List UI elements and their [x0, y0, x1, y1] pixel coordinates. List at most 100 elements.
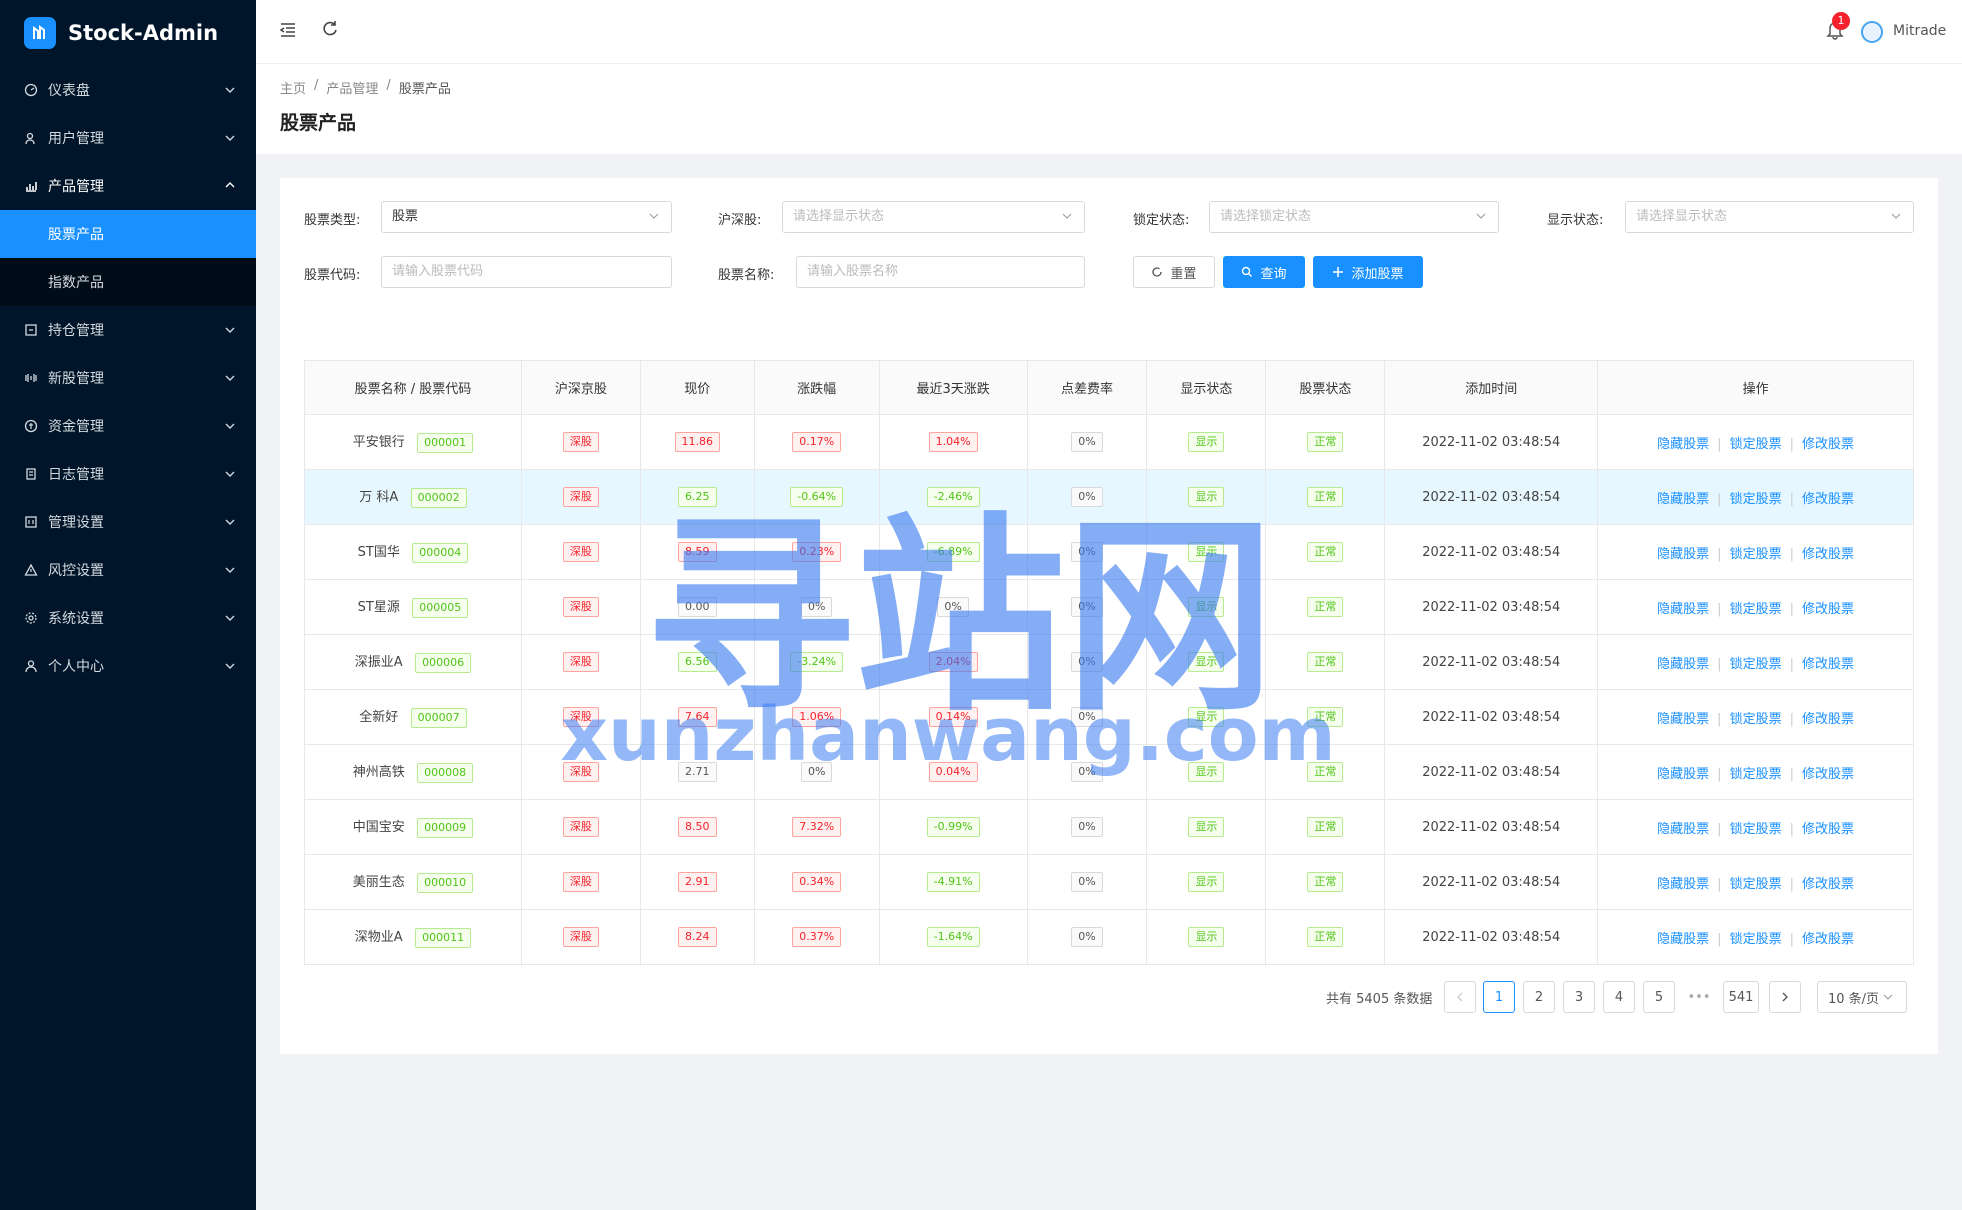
- stock-name: 平安银行: [352, 435, 405, 450]
- edit-stock-link[interactable]: 修改股票: [1802, 657, 1854, 672]
- breadcrumb-separator: /: [386, 78, 391, 93]
- hide-stock-link[interactable]: 隐藏股票: [1657, 822, 1709, 837]
- price-cell: 7.64: [639, 689, 755, 745]
- hide-stock-link[interactable]: 隐藏股票: [1657, 932, 1709, 947]
- edit-stock-link[interactable]: 修改股票: [1802, 712, 1854, 727]
- actions-cell: 隐藏股票 | 锁定股票 | 修改股票: [1597, 854, 1914, 910]
- sidebar-item-9[interactable]: 系统设置: [0, 594, 256, 642]
- page-button-5[interactable]: 5: [1643, 981, 1675, 1013]
- add-stock-button[interactable]: 添加股票: [1313, 256, 1423, 288]
- lock-stock-link[interactable]: 锁定股票: [1730, 822, 1782, 837]
- avatar[interactable]: [1861, 21, 1883, 43]
- sidebar-subitem-0[interactable]: 股票产品: [0, 210, 256, 258]
- hide-stock-link[interactable]: 隐藏股票: [1657, 602, 1709, 617]
- lock-stock-link[interactable]: 锁定股票: [1730, 602, 1782, 617]
- edit-stock-link[interactable]: 修改股票: [1802, 492, 1854, 507]
- change-tag: -0.64%: [790, 487, 844, 507]
- breadcrumb-product[interactable]: 产品管理: [326, 78, 378, 97]
- fee-tag: 0%: [1071, 872, 1103, 892]
- lock-stock-link[interactable]: 锁定股票: [1730, 932, 1782, 947]
- prev-page-button[interactable]: [1444, 981, 1476, 1013]
- lock-status-label: 锁定状态:: [1133, 213, 1190, 228]
- hide-stock-link[interactable]: 隐藏股票: [1657, 657, 1709, 672]
- reset-button[interactable]: 重置: [1133, 256, 1215, 288]
- action-separator: |: [1789, 931, 1794, 947]
- table-row[interactable]: 美丽生态 000010 深股 2.91 0.34% -4.91% 0% 显示 正…: [304, 854, 1914, 910]
- hide-stock-link[interactable]: 隐藏股票: [1657, 712, 1709, 727]
- action-separator: |: [1717, 656, 1722, 672]
- sidebar-item-8[interactable]: 风控设置: [0, 546, 256, 594]
- table-row[interactable]: 全新好 000007 深股 7.64 1.06% 0.14% 0% 显示 正常 …: [304, 689, 1914, 745]
- search-button[interactable]: 查询: [1223, 256, 1305, 288]
- money-icon: [24, 419, 38, 433]
- lock-stock-link[interactable]: 锁定股票: [1730, 712, 1782, 727]
- menu-fold-icon[interactable]: [278, 20, 298, 40]
- sidebar-item-4[interactable]: 新股管理: [0, 354, 256, 402]
- sidebar-subitem-1[interactable]: 指数产品: [0, 258, 256, 306]
- hide-stock-link[interactable]: 隐藏股票: [1657, 437, 1709, 452]
- sidebar-item-5[interactable]: 资金管理: [0, 402, 256, 450]
- display-status-tag: 显示: [1188, 652, 1225, 672]
- sidebar-item-7[interactable]: 管理设置: [0, 498, 256, 546]
- edit-stock-link[interactable]: 修改股票: [1802, 877, 1854, 892]
- table-row[interactable]: 中国宝安 000009 深股 8.50 7.32% -0.99% 0% 显示 正…: [304, 799, 1914, 855]
- sidebar-item-3[interactable]: 持仓管理: [0, 306, 256, 354]
- stock-type-select[interactable]: 股票: [381, 201, 672, 233]
- stock-code-input[interactable]: 请输入股票代码: [381, 256, 672, 288]
- sidebar-item-1[interactable]: 用户管理: [0, 114, 256, 162]
- hide-stock-link[interactable]: 隐藏股票: [1657, 877, 1709, 892]
- page-button-last[interactable]: 541: [1723, 981, 1759, 1013]
- edit-stock-link[interactable]: 修改股票: [1802, 767, 1854, 782]
- refresh-icon[interactable]: [320, 19, 340, 39]
- display-status-select[interactable]: 请选择显示状态: [1625, 201, 1914, 233]
- price-tag: 7.64: [678, 707, 717, 727]
- table-row[interactable]: 深振业A 000006 深股 6.56 -3.24% 2.04% 0% 显示 正…: [304, 634, 1914, 690]
- lock-status-select[interactable]: 请选择锁定状态: [1209, 201, 1499, 233]
- table-row[interactable]: 神州高铁 000008 深股 2.71 0% 0.04% 0% 显示 正常 20…: [304, 744, 1914, 800]
- lock-stock-link[interactable]: 锁定股票: [1730, 657, 1782, 672]
- hide-stock-link[interactable]: 隐藏股票: [1657, 547, 1709, 562]
- edit-stock-link[interactable]: 修改股票: [1802, 547, 1854, 562]
- page-button-3[interactable]: 3: [1563, 981, 1595, 1013]
- edit-stock-link[interactable]: 修改股票: [1802, 437, 1854, 452]
- sidebar-item-0[interactable]: 仪表盘: [0, 66, 256, 114]
- lock-stock-link[interactable]: 锁定股票: [1730, 437, 1782, 452]
- table-row[interactable]: 深物业A 000011 深股 8.24 0.37% -1.64% 0% 显示 正…: [304, 909, 1914, 965]
- username[interactable]: Mitrade: [1893, 23, 1946, 39]
- table-row[interactable]: ST星源 000005 深股 0.00 0% 0% 0% 显示 正常 2022-…: [304, 579, 1914, 635]
- edit-stock-link[interactable]: 修改股票: [1802, 822, 1854, 837]
- display-cell: 显示: [1146, 799, 1267, 855]
- stock-code-tag: 000004: [412, 543, 469, 563]
- market-tag: 深股: [562, 597, 599, 617]
- log-icon: [24, 467, 38, 481]
- page-button-4[interactable]: 4: [1603, 981, 1635, 1013]
- page-size-select[interactable]: 10 条/页: [1817, 981, 1907, 1013]
- content-card: 股票类型: 股票 沪深股: 请选择显示状态 锁定状态: 请选择锁定状态 显示状态…: [280, 178, 1938, 1054]
- sidebar-item-2[interactable]: 产品管理: [0, 162, 256, 210]
- edit-stock-link[interactable]: 修改股票: [1802, 602, 1854, 617]
- market-select[interactable]: 请选择显示状态: [782, 201, 1085, 233]
- page-button-2[interactable]: 2: [1523, 981, 1555, 1013]
- lock-stock-link[interactable]: 锁定股票: [1730, 492, 1782, 507]
- breadcrumb-home[interactable]: 主页: [280, 78, 306, 97]
- hide-stock-link[interactable]: 隐藏股票: [1657, 767, 1709, 782]
- table-row[interactable]: ST国华 000004 深股 8.59 0.23% -6.89% 0% 显示 正…: [304, 524, 1914, 580]
- action-separator: |: [1717, 491, 1722, 507]
- hide-stock-link[interactable]: 隐藏股票: [1657, 492, 1709, 507]
- display-status-label: 显示状态:: [1547, 213, 1604, 228]
- sidebar-item-6[interactable]: 日志管理: [0, 450, 256, 498]
- logo[interactable]: Stock-Admin: [0, 0, 256, 66]
- market-tag: 深股: [562, 707, 599, 727]
- table-row[interactable]: 平安银行 000001 深股 11.86 0.17% 1.04% 0% 显示 正…: [304, 414, 1914, 470]
- page-ellipsis[interactable]: •••: [1683, 981, 1715, 1013]
- stock-name-input[interactable]: 请输入股票名称: [796, 256, 1085, 288]
- page-button-1[interactable]: 1: [1483, 981, 1515, 1013]
- lock-stock-link[interactable]: 锁定股票: [1730, 877, 1782, 892]
- lock-stock-link[interactable]: 锁定股票: [1730, 547, 1782, 562]
- user-icon: [24, 131, 38, 145]
- next-page-button[interactable]: [1769, 981, 1801, 1013]
- lock-stock-link[interactable]: 锁定股票: [1730, 767, 1782, 782]
- table-row[interactable]: 万 科A 000002 深股 6.25 -0.64% -2.46% 0% 显示 …: [304, 469, 1914, 525]
- edit-stock-link[interactable]: 修改股票: [1802, 932, 1854, 947]
- sidebar-item-10[interactable]: 个人中心: [0, 642, 256, 690]
